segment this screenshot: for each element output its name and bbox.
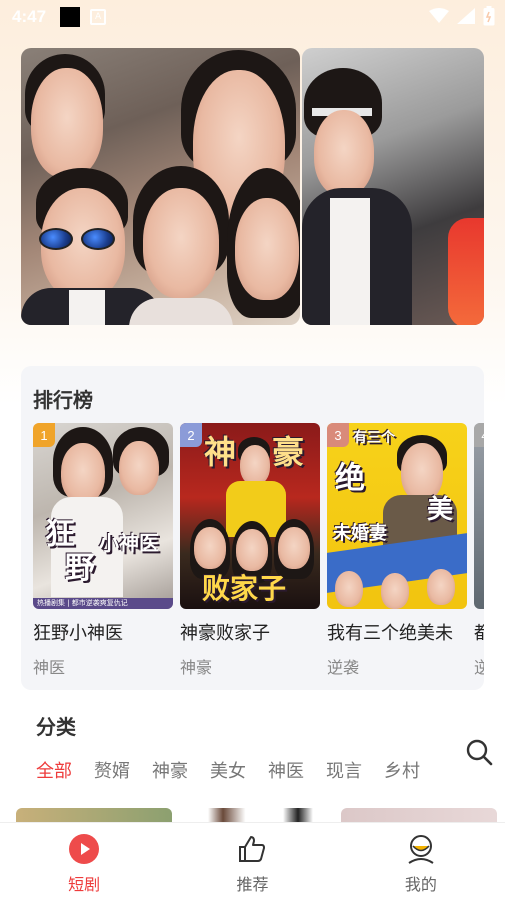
status-bar: 4:47 A: [0, 0, 505, 34]
nav-label: 我的: [404, 875, 437, 894]
poster-caption: 热播剧集 | 都市逆袭爽复仇记: [33, 598, 173, 609]
drama-tag: 逆: [474, 658, 484, 677]
category-tab-all[interactable]: 全部: [36, 757, 72, 783]
poster-title-text: 美: [427, 495, 454, 525]
banner-art: [448, 218, 484, 325]
thumbs-up-icon: [239, 836, 266, 862]
poster-art: [278, 527, 310, 569]
banner-slide-main[interactable]: [21, 48, 300, 325]
ranking-item[interactable]: 1 狂 野 小神医 热播剧集 | 都市逆袭爽复仇记 狂野小神医 神医: [33, 423, 173, 678]
drama-tag: 神豪: [180, 658, 213, 677]
category-tab-meinv[interactable]: 美女: [210, 757, 246, 783]
poster-art: [194, 527, 226, 569]
ranking-title: 排行榜: [33, 388, 93, 412]
banner-slide-next[interactable]: [302, 48, 484, 325]
ranking-panel: 排行榜 1 狂 野 小神医 热播剧集 | 都市逆袭爽复仇记 狂野小神医 神医 2…: [21, 366, 484, 690]
poster-image[interactable]: 4: [474, 423, 484, 609]
ranking-item[interactable]: 3 有三个 绝 美 未婚妻 我有三个绝美未 逆袭: [327, 423, 467, 678]
banner-carousel[interactable]: [21, 48, 484, 325]
poster-art: [427, 569, 455, 605]
category-tab-shenyi[interactable]: 神医: [268, 757, 304, 783]
banner-art: [143, 188, 219, 298]
banner-art: [31, 68, 103, 178]
rank-badge: 1: [33, 423, 55, 447]
poster-art: [381, 573, 409, 609]
nav-item-wode[interactable]: 我的: [337, 823, 505, 899]
poster-title-text: 绝: [335, 461, 365, 496]
banner-art: [330, 198, 370, 325]
category-tab-shenhao[interactable]: 神豪: [152, 757, 188, 783]
drama-name: 神豪败家子: [180, 623, 270, 644]
nav-label: 短剧: [68, 875, 101, 894]
nav-label: 推荐: [236, 875, 269, 894]
drama-tag: 逆袭: [327, 658, 360, 677]
search-icon[interactable]: [465, 738, 493, 766]
poster-art: [335, 571, 363, 607]
notification-icon: [60, 7, 81, 27]
bottom-navigation: 短剧 推荐 我的: [0, 822, 505, 899]
play-circle-icon: [69, 834, 100, 864]
drama-name: 都: [474, 623, 484, 644]
ranking-list[interactable]: 1 狂 野 小神医 热播剧集 | 都市逆袭爽复仇记 狂野小神医 神医 2 神 豪…: [33, 423, 484, 683]
banner-art: [69, 290, 105, 325]
ranking-item[interactable]: 2 神 豪 败家子 神豪败家子 神豪: [180, 423, 320, 678]
ranking-item[interactable]: 4 都 逆: [474, 423, 484, 678]
user-icon: [408, 835, 434, 864]
rank-badge: 4: [474, 423, 484, 447]
category-title: 分类: [36, 715, 76, 739]
nav-item-tuijian[interactable]: 推荐: [168, 823, 336, 899]
poster-title-text: 未婚妻: [333, 523, 387, 544]
signal-icon: [457, 8, 475, 24]
nav-item-duanju[interactable]: 短剧: [0, 823, 168, 899]
poster-title-text: 有三个: [353, 430, 395, 446]
poster-title-text: 败家子: [202, 572, 287, 605]
drama-tag: 神医: [33, 658, 66, 677]
banner-art: [314, 110, 374, 196]
category-tab-zhuixu[interactable]: 赘婿: [94, 757, 130, 783]
poster-art: [240, 445, 270, 485]
banner-art: [235, 198, 299, 300]
poster-image[interactable]: 3 有三个 绝 美 未婚妻: [327, 423, 467, 609]
rank-badge: 3: [327, 423, 349, 447]
poster-title-text: 小神医: [99, 531, 159, 555]
poster-title-text: 神: [204, 433, 237, 471]
poster-title-text: 豪: [272, 433, 305, 471]
battery-icon: [483, 6, 495, 26]
poster-art: [61, 443, 105, 503]
wifi-icon: [429, 8, 449, 23]
a-notification-icon: A: [90, 9, 107, 25]
category-tab-xianyan[interactable]: 现言: [326, 757, 362, 783]
poster-art: [236, 529, 268, 571]
poster-image[interactable]: 2 神 豪 败家子: [180, 423, 320, 609]
category-tab-xiangcun[interactable]: 乡村: [384, 757, 420, 783]
status-time: 4:47: [12, 7, 47, 26]
poster-art: [119, 441, 159, 495]
poster-title-text: 野: [65, 551, 95, 586]
drama-name: 我有三个绝美未: [327, 623, 453, 644]
sunglasses-art: [39, 228, 117, 250]
rank-badge: 2: [180, 423, 202, 447]
drama-name: 狂野小神医: [33, 623, 123, 644]
category-tabs: 全部 赘婿 神豪 美女 神医 现言 乡村: [36, 757, 442, 783]
banner-art: [129, 298, 233, 325]
poster-image[interactable]: 1 狂 野 小神医 热播剧集 | 都市逆袭爽复仇记: [33, 423, 173, 609]
